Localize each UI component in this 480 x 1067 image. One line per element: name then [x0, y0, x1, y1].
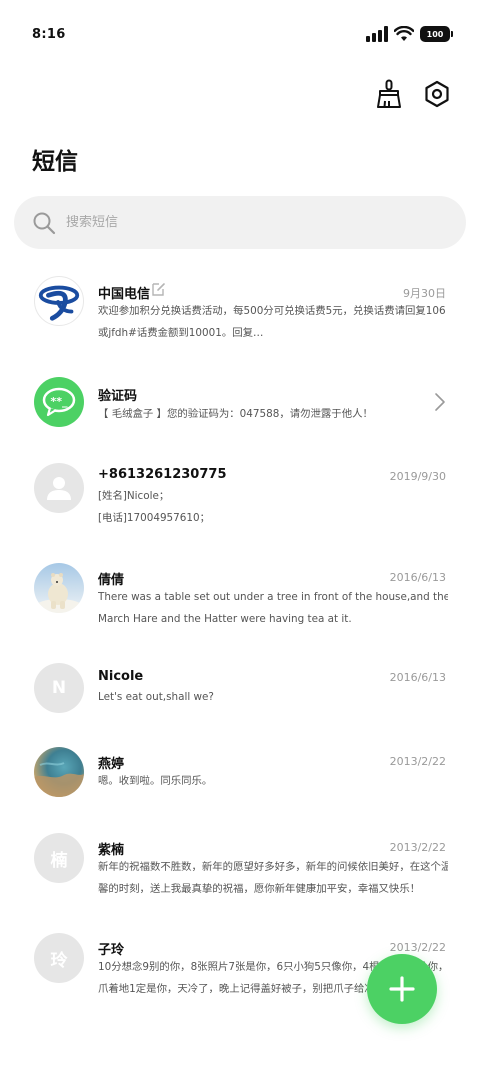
avatar: [34, 747, 84, 797]
conversation-row[interactable]: 燕婷 2013/2/22 嗯。收到啦。同乐同乐。: [0, 746, 480, 836]
avatar: [34, 563, 84, 613]
message-preview-line: Let's eat out,shall we?: [98, 691, 214, 703]
message-preview: [姓名]Nicole； [电话]17004957610；: [98, 485, 448, 529]
message-preview-line: 欢迎参加积分兑换话费活动，每500分可兑换话费5元，兑换话费请回复106: [98, 305, 446, 317]
status-time: 8:16: [32, 27, 66, 42]
message-preview-line: 馨的时刻，送上我最真挚的祝福，愿你新年健康加平安，幸福又快乐！: [98, 883, 421, 895]
contact-name: +8613261230775: [98, 467, 227, 482]
conversation-row[interactable]: N Nicole 2016/6/13 Let's eat out,shall w…: [0, 662, 480, 752]
message-date: 2019/9/30: [389, 470, 446, 483]
message-date: 2013/2/22: [389, 941, 446, 954]
chevron-right-icon[interactable]: [434, 392, 446, 412]
message-preview-line: There was a table set out under a tree i…: [98, 591, 448, 603]
search-icon: [33, 212, 56, 234]
avatar: 楠: [34, 833, 84, 883]
avatar: **_: [34, 377, 84, 427]
message-preview-line: 嗯。收到啦。同乐同乐。: [98, 775, 213, 787]
message-preview: 欢迎参加积分兑换话费活动，每500分可兑换话费5元，兑换话费请回复106 或jf…: [98, 300, 448, 344]
message-preview: 【 毛绒盒子 】您的验证码为：047588，请勿泄露于他人！: [98, 403, 448, 425]
battery-icon: 100: [420, 26, 453, 42]
conversation-row[interactable]: 中国电信 9月30日 欢迎参加积分兑换话费活动，每500分可兑换话费5元，兑换话…: [0, 262, 480, 362]
avatar-initial: 楠: [50, 850, 68, 871]
top-actions: [374, 78, 452, 110]
china-telecom-logo: [38, 285, 80, 321]
polar-bear-photo: [35, 573, 83, 613]
wifi-icon: [394, 26, 414, 41]
search-bar[interactable]: [14, 196, 466, 249]
message-preview-line: [电话]17004957610；: [98, 512, 210, 524]
conversation-row-verification[interactable]: **_ 验证码 【 毛绒盒子 】您的验证码为：047588，请勿泄露于他人！: [0, 362, 480, 462]
person-icon: [47, 477, 71, 500]
ocean-photo: [34, 762, 84, 797]
message-preview-line: 新年的祝福数不胜数，新年的愿望好多好多，新年的问候依旧美好，在这个温: [98, 861, 448, 873]
avatar: [34, 463, 84, 513]
message-date: 2016/6/13: [389, 671, 446, 684]
avatar: N: [34, 663, 84, 713]
avatar-initial: N: [51, 678, 67, 698]
contact-name: 验证码: [98, 389, 138, 404]
message-bubble-icon: **_: [42, 387, 76, 417]
status-icons: 100: [366, 24, 453, 44]
new-message-button[interactable]: [367, 954, 437, 1024]
message-date: 2013/2/22: [389, 755, 446, 768]
battery-level: 100: [426, 29, 444, 39]
avatar: 玲: [34, 933, 84, 983]
signal-icon: [366, 26, 388, 42]
page-title: 短信: [32, 149, 78, 175]
message-date: 2016/6/13: [389, 571, 446, 584]
message-preview: 新年的祝福数不胜数，新年的愿望好多好多，新年的问候依旧美好，在这个温 馨的时刻，…: [98, 856, 448, 900]
edit-icon: [152, 283, 165, 296]
message-preview-line: 【 毛绒盒子 】您的验证码为：047588，请勿泄露于他人！: [98, 408, 373, 420]
hexagon-settings-icon: [425, 80, 449, 108]
contact-name: Nicole: [98, 669, 144, 684]
conversation-row[interactable]: +8613261230775 2019/9/30 [姓名]Nicole； [电话…: [0, 462, 480, 562]
plus-icon: [389, 976, 415, 1002]
avatar: [34, 276, 84, 326]
message-preview-line: March Hare and the Hatter were having te…: [98, 613, 352, 625]
clean-button[interactable]: [374, 78, 404, 110]
message-date: 2013/2/22: [389, 841, 446, 854]
avatar-initial: 玲: [50, 950, 68, 971]
message-date: 9月30日: [403, 287, 446, 300]
svg-text:**_: **_: [50, 395, 68, 408]
message-preview: Let's eat out,shall we?: [98, 686, 448, 708]
status-bar: 8:16 100: [0, 0, 480, 68]
message-preview-line: 或jfdh#话费金额到10001。回复…: [98, 327, 264, 339]
conversation-row[interactable]: 楠 紫楠 2013/2/22 新年的祝福数不胜数，新年的愿望好多好多，新年的问候…: [0, 832, 480, 932]
broom-icon: [377, 79, 401, 108]
search-input[interactable]: [66, 215, 426, 230]
messages-screen: 8:16 100 短信 搜索短信 中国电信 9月30日 欢迎参加积分兑换话费活动…: [0, 0, 480, 1067]
message-preview: 嗯。收到啦。同乐同乐。: [98, 770, 448, 792]
conversation-row[interactable]: 倩倩 2016/6/13 There was a table set out u…: [0, 562, 480, 662]
message-preview: There was a table set out under a tree i…: [98, 586, 448, 630]
message-preview-line: [姓名]Nicole；: [98, 490, 170, 502]
settings-button[interactable]: [422, 78, 452, 110]
